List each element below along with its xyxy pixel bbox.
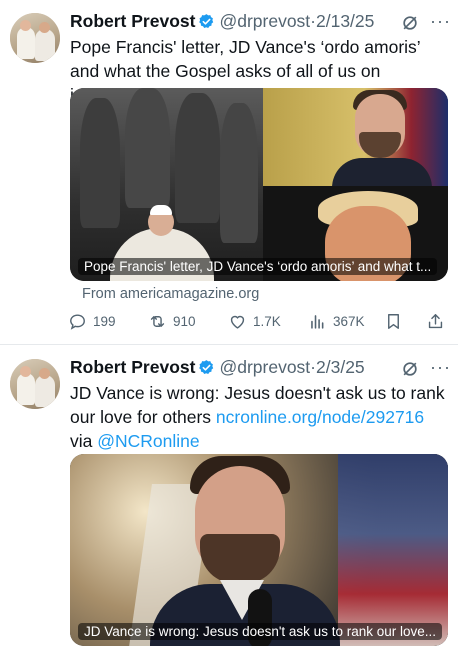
- avatar[interactable]: [10, 13, 60, 63]
- tweet-text-via: via: [70, 431, 93, 451]
- grok-icon[interactable]: [400, 13, 420, 33]
- card-caption: JD Vance is wrong: Jesus doesn't ask us …: [78, 623, 442, 640]
- card-source[interactable]: From americamagazine.org: [82, 286, 259, 302]
- repost-icon: [150, 316, 165, 327]
- like-button[interactable]: 1.7K: [228, 312, 281, 331]
- verified-badge-icon: [199, 14, 214, 29]
- views-count: 367K: [333, 314, 365, 329]
- like-icon: [230, 315, 245, 329]
- tweet-header: Robert Prevost @drprevost·2/3/25 ···: [70, 357, 450, 381]
- tweet-header: Robert Prevost @drprevost·2/13/25 ···: [70, 11, 450, 35]
- views-button[interactable]: 367K: [308, 312, 365, 331]
- author-handle[interactable]: @drprevost: [219, 357, 310, 377]
- tweet-1[interactable]: Robert Prevost @drprevost·2/13/25 ··· Pop…: [0, 0, 458, 344]
- reply-button[interactable]: 199: [68, 312, 116, 331]
- tweet-text: JD Vance is wrong: Jesus doesn't ask us …: [70, 381, 450, 453]
- tweet-date[interactable]: 2/13/25: [316, 11, 374, 31]
- verified-badge-icon: [199, 360, 214, 375]
- views-icon: [311, 315, 324, 329]
- tweet-2[interactable]: Robert Prevost @drprevost·2/3/25 ··· JD V…: [0, 346, 458, 650]
- link-card[interactable]: JD Vance is wrong: Jesus doesn't ask us …: [70, 454, 448, 646]
- card-caption: Pope Francis' letter, JD Vance's ‘ordo a…: [78, 258, 438, 275]
- reply-count: 199: [93, 314, 116, 329]
- tweet-mention[interactable]: @NCRonline: [97, 431, 199, 451]
- link-card[interactable]: Pope Francis' letter, JD Vance's ‘ordo a…: [70, 88, 448, 281]
- tweet-divider: [0, 344, 458, 345]
- repost-count: 910: [173, 314, 196, 329]
- more-icon[interactable]: ···: [430, 11, 452, 33]
- action-bar: 199 910 1.7K 367K: [68, 312, 448, 334]
- author-handle[interactable]: @drprevost: [219, 11, 310, 31]
- tweet-date[interactable]: 2/3/25: [316, 357, 365, 377]
- share-icon[interactable]: [426, 312, 445, 331]
- tweet-link[interactable]: ncronline.org/node/292716: [216, 407, 424, 427]
- reply-icon: [70, 314, 85, 330]
- repost-button[interactable]: 910: [148, 312, 196, 331]
- like-count: 1.7K: [253, 314, 281, 329]
- avatar[interactable]: [10, 359, 60, 409]
- bookmark-icon[interactable]: [384, 312, 403, 331]
- author-name[interactable]: Robert Prevost: [70, 11, 195, 31]
- more-icon[interactable]: ···: [430, 357, 452, 379]
- author-name[interactable]: Robert Prevost: [70, 357, 195, 377]
- grok-icon[interactable]: [400, 359, 420, 379]
